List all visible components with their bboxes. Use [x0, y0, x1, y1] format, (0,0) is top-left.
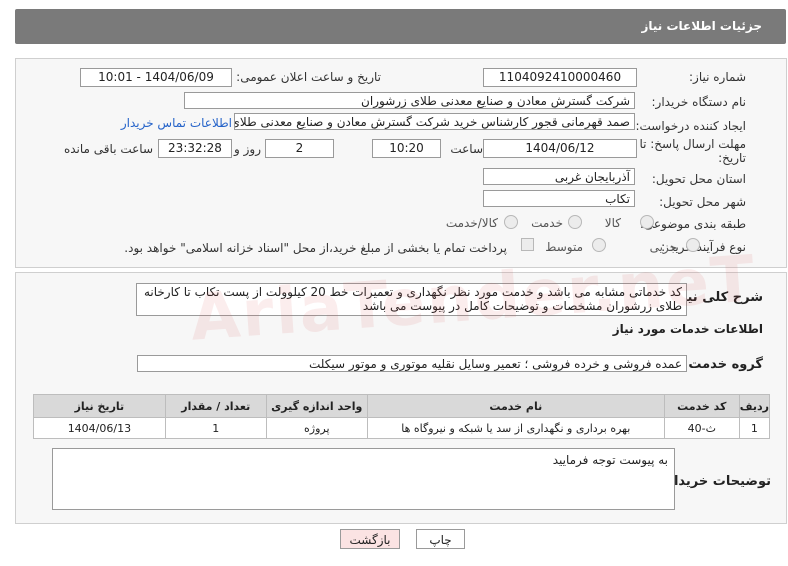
province-field: آذربایجان غربی	[483, 168, 635, 185]
requester-field: صمد قهرمانی قجور کارشناس خرید شرکت گسترش…	[234, 113, 635, 130]
purchase-type-radio-medium[interactable]	[592, 238, 606, 252]
deadline-days-label: روز و	[234, 142, 261, 156]
category-radio-goods-service[interactable]	[504, 215, 518, 229]
col-service-code: کد خدمت	[663, 394, 740, 418]
page-title: جزئیات اطلاعات نیاز	[641, 19, 762, 33]
remaining-time-field: 23:32:28	[158, 139, 232, 158]
back-button[interactable]: بازگشت	[340, 529, 400, 549]
need-number-field: 1104092410000460	[483, 68, 637, 87]
province-label: استان محل تحویل:	[651, 172, 746, 186]
services-table-header: ردیف کد خدمت نام خدمت واحد اندازه گیری ت…	[33, 394, 771, 418]
buyer-contact-link[interactable]: اطلاعات تماس خریدار	[121, 116, 232, 130]
need-details-panel	[15, 58, 787, 268]
remaining-time-label: ساعت باقی مانده	[63, 142, 153, 156]
deadline-days-field: 2	[265, 139, 334, 158]
page-header: جزئیات اطلاعات نیاز	[15, 9, 786, 44]
col-unit: واحد اندازه گیری	[265, 394, 368, 418]
city-field: تکاب	[483, 190, 635, 207]
table-row: 1 ث-40 بهره برداری و نگهداری از سد یا شب…	[33, 417, 771, 439]
category-option-goods: کالا	[604, 216, 621, 230]
deadline-label: مهلت ارسال پاسخ: تا	[639, 137, 746, 151]
treasury-payment-note: پرداخت تمام یا بخشی از مبلغ خرید،از محل …	[124, 241, 507, 255]
cell-service-code: ث-40	[663, 417, 740, 439]
buyer-org-label: نام دستگاه خریدار:	[651, 95, 747, 109]
treasury-payment-checkbox[interactable]	[521, 238, 534, 251]
col-quantity: تعداد / مقدار	[164, 394, 267, 418]
service-group-label: گروه خدمت:	[683, 357, 763, 372]
city-label: شهر محل تحویل:	[659, 195, 746, 209]
buyer-org-field: شرکت گسترش معادن و صنایع معدنی طلای زرشو…	[184, 92, 635, 109]
deadline-label-date: تاریخ:	[718, 151, 746, 165]
category-label: طبقه بندی موضوعی:	[639, 217, 746, 231]
category-radio-goods[interactable]	[640, 215, 654, 229]
service-group-field: عمده فروشی و خرده فروشی ؛ تعمیر وسایل نق…	[137, 355, 687, 372]
cell-row: 1	[738, 417, 771, 439]
deadline-time-field: 10:20	[372, 139, 441, 158]
announce-datetime-field: 1404/06/09 - 10:01	[80, 68, 232, 87]
print-button[interactable]: چاپ	[416, 529, 465, 549]
cell-unit: پروژه	[265, 417, 368, 439]
deadline-date-field: 1404/06/12	[483, 139, 637, 158]
category-option-service: خدمت	[531, 216, 563, 230]
buyer-notes-label: توضیحات خریدار:	[661, 474, 771, 489]
services-table: ردیف کد خدمت نام خدمت واحد اندازه گیری ت…	[33, 394, 771, 439]
col-row: ردیف	[738, 394, 771, 418]
requester-label: ایجاد کننده درخواست:	[635, 119, 746, 133]
need-number-label: شماره نیاز:	[689, 70, 746, 84]
cell-quantity: 1	[164, 417, 267, 439]
col-service-name: نام خدمت	[366, 394, 665, 418]
category-option-goods-service: کالا/خدمت	[445, 216, 498, 230]
cell-service-name: بهره برداری و نگهداری از سد یا شبکه و نی…	[366, 417, 665, 439]
announce-datetime-label: تاریخ و ساعت اعلان عمومی:	[236, 70, 381, 84]
col-need-date: تاریخ نیاز	[33, 394, 166, 418]
deadline-time-label: ساعت	[450, 142, 483, 156]
buyer-notes-text: به پیوست توجه فرمایید	[552, 453, 668, 467]
buyer-notes-textarea: به پیوست توجه فرمایید	[52, 448, 675, 510]
purchase-type-option-medium: متوسط	[545, 240, 583, 254]
category-radio-service[interactable]	[568, 215, 582, 229]
cell-need-date: 1404/06/13	[33, 417, 166, 439]
